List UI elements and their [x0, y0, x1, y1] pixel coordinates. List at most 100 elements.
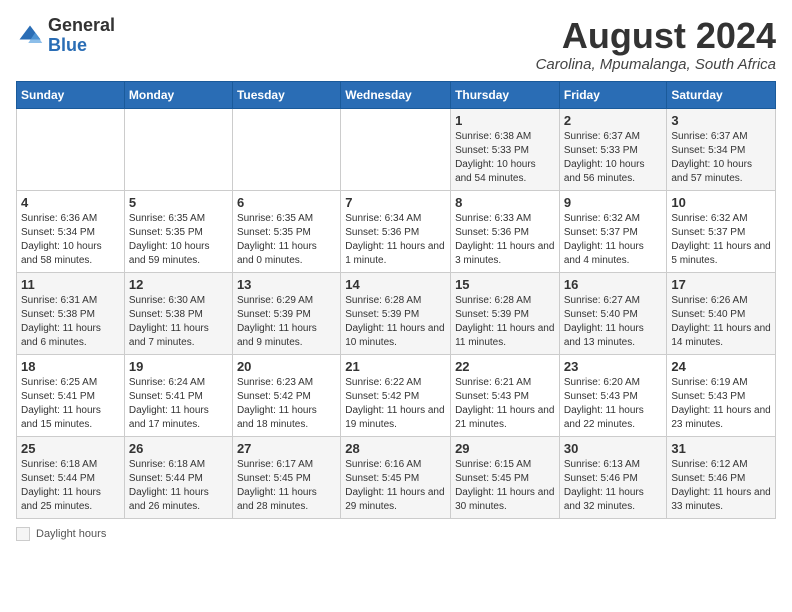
- day-cell: [232, 108, 340, 190]
- day-cell: [17, 108, 125, 190]
- day-info: Sunrise: 6:28 AM Sunset: 5:39 PM Dayligh…: [455, 294, 555, 350]
- legend: Daylight hours: [16, 527, 776, 541]
- page-header: General Blue August 2024 Carolina, Mpuma…: [16, 16, 776, 73]
- day-info: Sunrise: 6:28 AM Sunset: 5:39 PM Dayligh…: [345, 294, 446, 350]
- day-cell: 7 Sunrise: 6:34 AM Sunset: 5:36 PM Daylig…: [341, 190, 451, 272]
- day-number: 18: [21, 359, 120, 374]
- day-info: Sunrise: 6:20 AM Sunset: 5:43 PM Dayligh…: [564, 376, 663, 432]
- day-cell: 11Sunrise: 6:31 AM Sunset: 5:38 PM Dayli…: [17, 272, 125, 354]
- day-number: 27: [237, 441, 336, 456]
- day-cell: 29 Sunrise: 6:15 AM Sunset: 5:45 PM Dayli…: [451, 436, 560, 518]
- day-cell: 16Sunrise: 6:27 AM Sunset: 5:40 PM Dayli…: [559, 272, 667, 354]
- day-cell: 19Sunrise: 6:24 AM Sunset: 5:41 PM Dayli…: [124, 354, 232, 436]
- day-info: Sunrise: 6:19 AM Sunset: 5:43 PM Dayligh…: [671, 376, 771, 432]
- day-info: Sunrise: 6:37 AM Sunset: 5:34 PM Dayligh…: [671, 130, 771, 186]
- day-info: Sunrise: 6:34 AM Sunset: 5:36 PM Dayligh…: [345, 212, 446, 268]
- day-info: Sunrise: 6:27 AM Sunset: 5:40 PM Dayligh…: [564, 294, 663, 350]
- legend-box: [16, 527, 30, 541]
- header-cell-wednesday: Wednesday: [341, 81, 451, 108]
- day-cell: 31Sunrise: 6:12 AM Sunset: 5:46 PM Dayli…: [667, 436, 776, 518]
- week-row-5: 25 Sunrise: 6:18 AM Sunset: 5:44 PM Dayli…: [17, 436, 776, 518]
- day-cell: 8Sunrise: 6:33 AM Sunset: 5:36 PM Daylig…: [451, 190, 560, 272]
- day-cell: 3 Sunrise: 6:37 AM Sunset: 5:34 PM Daylig…: [667, 108, 776, 190]
- week-row-4: 18 Sunrise: 6:25 AM Sunset: 5:41 PM Dayli…: [17, 354, 776, 436]
- header-cell-saturday: Saturday: [667, 81, 776, 108]
- day-number: 7: [345, 195, 446, 210]
- day-cell: 6Sunrise: 6:35 AM Sunset: 5:35 PM Daylig…: [232, 190, 340, 272]
- day-info: Sunrise: 6:36 AM Sunset: 5:34 PM Dayligh…: [21, 212, 120, 268]
- week-row-3: 11Sunrise: 6:31 AM Sunset: 5:38 PM Dayli…: [17, 272, 776, 354]
- day-number: 29: [455, 441, 555, 456]
- logo-icon: [16, 22, 44, 50]
- day-info: Sunrise: 6:32 AM Sunset: 5:37 PM Dayligh…: [671, 212, 771, 268]
- day-number: 21: [345, 359, 446, 374]
- day-info: Sunrise: 6:25 AM Sunset: 5:41 PM Dayligh…: [21, 376, 120, 432]
- calendar-table: SundayMondayTuesdayWednesdayThursdayFrid…: [16, 81, 776, 519]
- day-info: Sunrise: 6:37 AM Sunset: 5:33 PM Dayligh…: [564, 130, 663, 186]
- day-number: 25: [21, 441, 120, 456]
- day-cell: 30 Sunrise: 6:13 AM Sunset: 5:46 PM Dayli…: [559, 436, 667, 518]
- day-number: 1: [455, 113, 555, 128]
- day-info: Sunrise: 6:22 AM Sunset: 5:42 PM Dayligh…: [345, 376, 446, 432]
- day-cell: 2 Sunrise: 6:37 AM Sunset: 5:33 PM Daylig…: [559, 108, 667, 190]
- day-number: 22: [455, 359, 555, 374]
- day-cell: 1 Sunrise: 6:38 AM Sunset: 5:33 PM Daylig…: [451, 108, 560, 190]
- day-info: Sunrise: 6:13 AM Sunset: 5:46 PM Dayligh…: [564, 458, 663, 514]
- day-info: Sunrise: 6:26 AM Sunset: 5:40 PM Dayligh…: [671, 294, 771, 350]
- day-cell: 28 Sunrise: 6:16 AM Sunset: 5:45 PM Dayli…: [341, 436, 451, 518]
- day-cell: 23 Sunrise: 6:20 AM Sunset: 5:43 PM Dayli…: [559, 354, 667, 436]
- day-number: 14: [345, 277, 446, 292]
- day-info: Sunrise: 6:35 AM Sunset: 5:35 PM Dayligh…: [129, 212, 228, 268]
- header-cell-monday: Monday: [124, 81, 232, 108]
- day-number: 26: [129, 441, 228, 456]
- day-cell: 18 Sunrise: 6:25 AM Sunset: 5:41 PM Dayli…: [17, 354, 125, 436]
- calendar-header: SundayMondayTuesdayWednesdayThursdayFrid…: [17, 81, 776, 108]
- day-cell: 21 Sunrise: 6:22 AM Sunset: 5:42 PM Dayli…: [341, 354, 451, 436]
- day-number: 15: [455, 277, 555, 292]
- logo: General Blue: [16, 16, 115, 56]
- day-number: 5: [129, 195, 228, 210]
- header-cell-friday: Friday: [559, 81, 667, 108]
- day-info: Sunrise: 6:31 AM Sunset: 5:38 PM Dayligh…: [21, 294, 120, 350]
- day-info: Sunrise: 6:18 AM Sunset: 5:44 PM Dayligh…: [129, 458, 228, 514]
- logo-general-text: General: [48, 15, 115, 35]
- day-info: Sunrise: 6:12 AM Sunset: 5:46 PM Dayligh…: [671, 458, 771, 514]
- day-info: Sunrise: 6:32 AM Sunset: 5:37 PM Dayligh…: [564, 212, 663, 268]
- day-cell: 4 Sunrise: 6:36 AM Sunset: 5:34 PM Daylig…: [17, 190, 125, 272]
- day-cell: 20Sunrise: 6:23 AM Sunset: 5:42 PM Dayli…: [232, 354, 340, 436]
- header-cell-sunday: Sunday: [17, 81, 125, 108]
- day-cell: 15 Sunrise: 6:28 AM Sunset: 5:39 PM Dayli…: [451, 272, 560, 354]
- day-number: 6: [237, 195, 336, 210]
- day-cell: 26 Sunrise: 6:18 AM Sunset: 5:44 PM Dayli…: [124, 436, 232, 518]
- day-info: Sunrise: 6:24 AM Sunset: 5:41 PM Dayligh…: [129, 376, 228, 432]
- day-info: Sunrise: 6:23 AM Sunset: 5:42 PM Dayligh…: [237, 376, 336, 432]
- day-cell: 12Sunrise: 6:30 AM Sunset: 5:38 PM Dayli…: [124, 272, 232, 354]
- day-info: Sunrise: 6:17 AM Sunset: 5:45 PM Dayligh…: [237, 458, 336, 514]
- day-number: 4: [21, 195, 120, 210]
- day-number: 17: [671, 277, 771, 292]
- main-title: August 2024: [536, 16, 776, 56]
- day-number: 2: [564, 113, 663, 128]
- day-cell: 13Sunrise: 6:29 AM Sunset: 5:39 PM Dayli…: [232, 272, 340, 354]
- title-block: August 2024 Carolina, Mpumalanga, South …: [536, 16, 776, 73]
- day-number: 9: [564, 195, 663, 210]
- day-cell: 14 Sunrise: 6:28 AM Sunset: 5:39 PM Dayli…: [341, 272, 451, 354]
- header-cell-thursday: Thursday: [451, 81, 560, 108]
- day-info: Sunrise: 6:29 AM Sunset: 5:39 PM Dayligh…: [237, 294, 336, 350]
- day-number: 23: [564, 359, 663, 374]
- day-cell: 9 Sunrise: 6:32 AM Sunset: 5:37 PM Daylig…: [559, 190, 667, 272]
- day-number: 30: [564, 441, 663, 456]
- day-info: Sunrise: 6:16 AM Sunset: 5:45 PM Dayligh…: [345, 458, 446, 514]
- legend-label: Daylight hours: [36, 528, 106, 540]
- day-info: Sunrise: 6:38 AM Sunset: 5:33 PM Dayligh…: [455, 130, 555, 186]
- day-cell: [341, 108, 451, 190]
- day-number: 12: [129, 277, 228, 292]
- day-number: 3: [671, 113, 771, 128]
- day-info: Sunrise: 6:21 AM Sunset: 5:43 PM Dayligh…: [455, 376, 555, 432]
- day-cell: 22 Sunrise: 6:21 AM Sunset: 5:43 PM Dayli…: [451, 354, 560, 436]
- day-cell: 27 Sunrise: 6:17 AM Sunset: 5:45 PM Dayli…: [232, 436, 340, 518]
- day-number: 28: [345, 441, 446, 456]
- calendar-body: 1 Sunrise: 6:38 AM Sunset: 5:33 PM Daylig…: [17, 108, 776, 518]
- day-cell: 25Sunrise: 6:18 AM Sunset: 5:44 PM Dayli…: [17, 436, 125, 518]
- day-info: Sunrise: 6:15 AM Sunset: 5:45 PM Dayligh…: [455, 458, 555, 514]
